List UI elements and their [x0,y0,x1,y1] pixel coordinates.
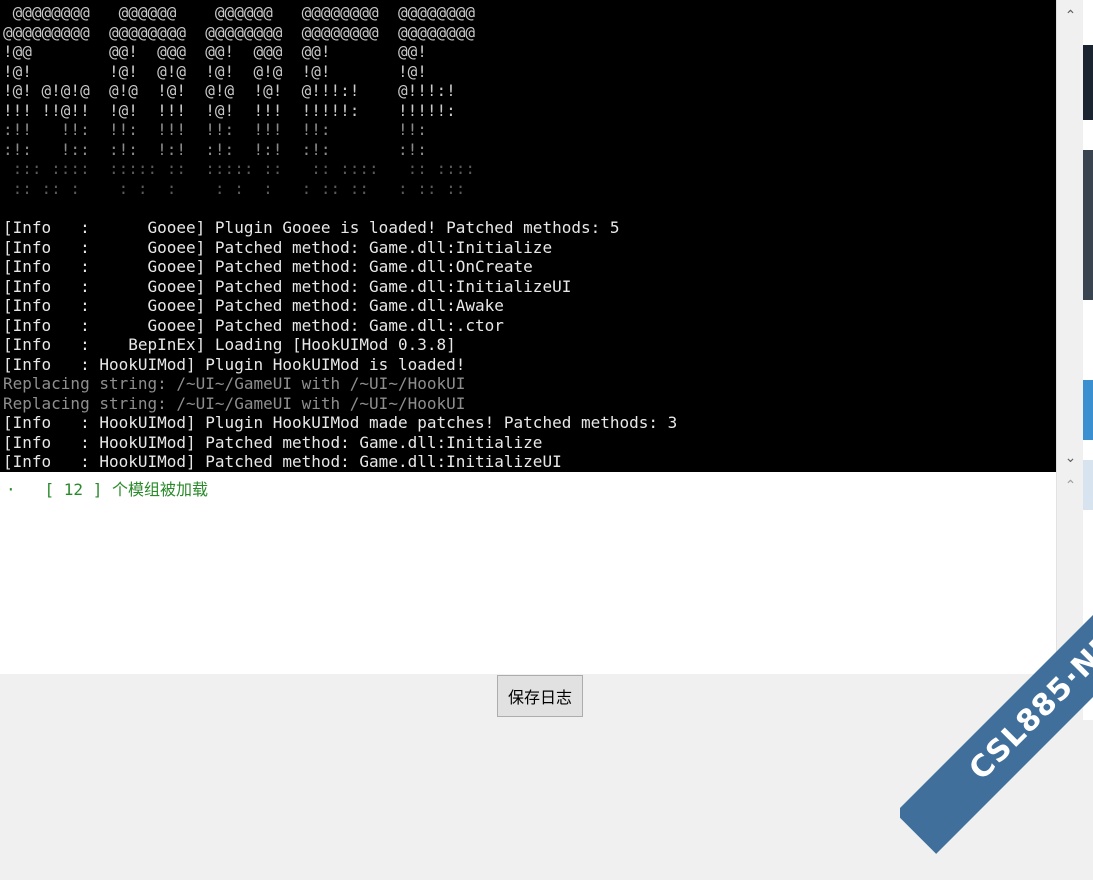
ascii-art-line: :: :: : : : : : : : : :: :: : :: :: [3,178,466,198]
chevron-up-icon[interactable]: ⌃ [1057,472,1084,498]
list-scrollbar[interactable]: ⌃ ⌄ [1056,472,1084,674]
log-line: [Info : Gooee] Plugin Gooee is loaded! P… [3,218,620,237]
chevron-down-icon[interactable]: ⌄ [1057,648,1084,674]
ascii-art-line: @@@@@@@@ @@@@@@ @@@@@@ @@@@@@@@ @@@@@@@@ [3,3,476,22]
log-line: Replacing string: /~UI~/GameUI with /~UI… [3,393,466,413]
log-line: Replacing string: /~UI~/GameUI with /~UI… [3,374,466,393]
log-line: [Info : BepInEx] Loading [HookUIMod 0.3.… [3,335,456,354]
ascii-art-line: ::: :::: ::::: :: ::::: :: :: :::: :: ::… [3,159,476,178]
ascii-art-line: !!! !!@!! !@! !!! !@! !!! !!!!!: !!!!!: [3,100,456,120]
log-line: [Info : HookUIMod] Patched method: Game.… [3,432,543,452]
console-output: @@@@@@@@ @@@@@@ @@@@@@ @@@@@@@@ @@@@@@@@… [0,0,1056,472]
list-item: · [ 12 ] 个模组被加载 [6,480,208,499]
log-line: [Info : Gooee] Patched method: Game.dll:… [3,276,572,296]
log-line: [Info : HookUIMod] Plugin HookUIMod is l… [3,354,466,374]
save-log-button[interactable]: 保存日志 [497,675,583,717]
ascii-art-line: !@! !@! @!@ !@! @!@ !@! !@! [3,61,427,81]
log-line: [Info : Gooee] Patched method: Game.dll:… [3,296,504,315]
ascii-art-line: :!: !:: :!: !:! :!: !:! :!: :!: [3,139,427,159]
loaded-mods-list: · [ 12 ] 个模组被加载 [0,472,1057,674]
log-line: [Info : Gooee] Patched method: Game.dll:… [3,315,504,335]
background-window-edge [1083,0,1093,720]
log-line: [Info : Gooee] Patched method: Game.dll:… [3,237,553,257]
ascii-art-line: :!! !!: !!: !!! !!: !!! !!: !!: [3,120,427,139]
ascii-art-line: !@@ @@! @@@ @@! @@@ @@! @@! [3,42,427,61]
log-line: [Info : Gooee] Patched method: Game.dll:… [3,257,533,276]
log-line: [Info : HookUIMod] Patched method: Game.… [3,452,562,471]
ascii-art-line: !@! @!@!@ @!@ !@! @!@ !@! @!!!:! @!!!:! [3,81,456,100]
console-text: @@@@@@@@ @@@@@@ @@@@@@ @@@@@@@@ @@@@@@@@… [0,0,1056,472]
log-line: [Info : HookUIMod] Plugin HookUIMod made… [3,413,678,432]
ascii-art-line: @@@@@@@@@ @@@@@@@@ @@@@@@@@ @@@@@@@@ @@@… [3,22,476,42]
console-scrollbar[interactable]: ⌃ ⌄ [1056,0,1084,472]
chevron-up-icon[interactable]: ⌃ [1057,0,1084,30]
chevron-down-icon[interactable]: ⌄ [1057,442,1084,472]
